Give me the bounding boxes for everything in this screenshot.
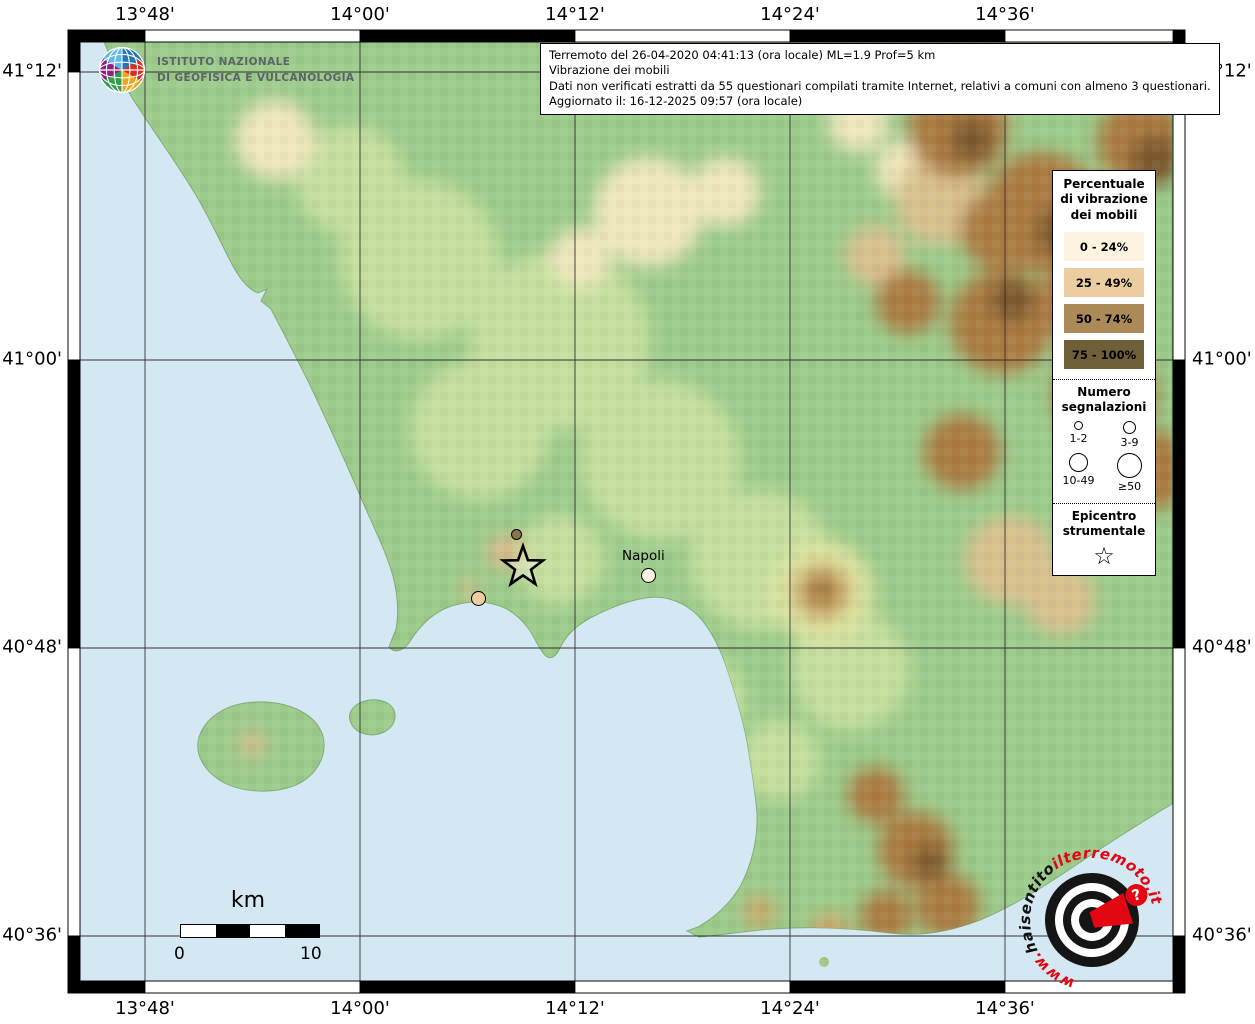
- ingv-globe-icon: [96, 44, 148, 96]
- event-updated: Aggiornato il: 16-12-2025 09:57 (ora loc…: [549, 94, 1211, 109]
- report-dot: [511, 529, 522, 540]
- axis-label-lon: 14°24': [760, 4, 820, 25]
- axis-label-lat: 40°36': [1192, 924, 1254, 945]
- axis-label-lat: 40°48': [2, 636, 62, 657]
- city-label-napoli: Napoli: [622, 548, 665, 564]
- legend: Percentuale di vibrazione dei mobili 0 -…: [1052, 170, 1156, 576]
- scale-bar: [180, 924, 320, 938]
- legend-class-0-24: 0 - 24%: [1064, 232, 1144, 261]
- report-dot: [471, 591, 486, 606]
- axis-label-lon: 14°24': [760, 998, 820, 1019]
- ingv-logo: ISTITUTO NAZIONALE DI GEOFISICA E VULCAN…: [96, 44, 354, 96]
- event-data-note: Dati non verificati estratti da 55 quest…: [549, 79, 1211, 94]
- haisentitoilterremoto-logo: ? www.haisentitoilterremoto.it: [1002, 830, 1182, 1010]
- scale-end-label: 10: [300, 944, 322, 964]
- event-summary: Terremoto del 26-04-2020 04:41:13 (ora l…: [549, 48, 1211, 63]
- count-circle-icon: [1069, 453, 1088, 472]
- axis-label-lat: 41°00': [2, 348, 62, 369]
- epicenter-star: [497, 541, 549, 593]
- axis-label-lon: 14°00': [330, 4, 390, 25]
- scale-start-label: 0: [174, 944, 185, 964]
- epicenter-star-icon: ☆: [1053, 543, 1155, 569]
- legend-class-25-49: 25 - 49%: [1064, 268, 1144, 297]
- axis-label-lon: 13°48': [115, 4, 175, 25]
- legend-counts-title: Numero segnalazioni: [1053, 385, 1155, 415]
- legend-epicenter-title: Epicentro strumentale: [1053, 509, 1155, 539]
- axis-label-lat: 40°48': [1192, 636, 1254, 657]
- axis-label-lat: 41°12': [2, 60, 62, 81]
- axis-label-lon: 14°36': [975, 4, 1035, 25]
- legend-counts-section: Numero segnalazioni 1-2 3-9 10-49 ≥50: [1053, 379, 1155, 493]
- legend-title: Percentuale di vibrazione dei mobili: [1053, 171, 1155, 225]
- event-map-type: Vibrazione dei mobili: [549, 63, 1211, 78]
- ingv-name-line1: ISTITUTO NAZIONALE: [157, 54, 354, 70]
- axis-label-lon: 13°48': [115, 998, 175, 1019]
- axis-label-lon: 14°12': [545, 998, 605, 1019]
- count-circle-icon: [1123, 421, 1136, 434]
- ingv-name-line2: DI GEOFISICA E VULCANOLOGIA: [157, 70, 354, 86]
- axis-label-lon: 14°00': [330, 998, 390, 1019]
- legend-class-75-100: 75 - 100%: [1064, 340, 1144, 369]
- legend-count-1-2: 1-2: [1053, 421, 1104, 449]
- axis-label-lat: 40°36': [2, 924, 62, 945]
- axis-label-lon: 14°12': [545, 4, 605, 25]
- count-circle-icon: [1117, 453, 1142, 478]
- count-circle-icon: [1074, 421, 1083, 430]
- axis-label-lat: 41°00': [1192, 348, 1254, 369]
- event-info-box: Terremoto del 26-04-2020 04:41:13 (ora l…: [540, 43, 1220, 115]
- legend-class-50-74: 50 - 74%: [1064, 304, 1144, 333]
- legend-count-10-49: 10-49: [1053, 453, 1104, 493]
- legend-epicenter-section: Epicentro strumentale ☆: [1053, 503, 1155, 569]
- map-page: 13°48' 14°00' 14°12' 14°24' 14°36' 13°48…: [0, 0, 1255, 1024]
- report-dot: [641, 568, 656, 583]
- scale-unit-label: km: [210, 888, 286, 913]
- legend-count-3-9: 3-9: [1104, 421, 1155, 449]
- legend-count-50plus: ≥50: [1104, 453, 1155, 493]
